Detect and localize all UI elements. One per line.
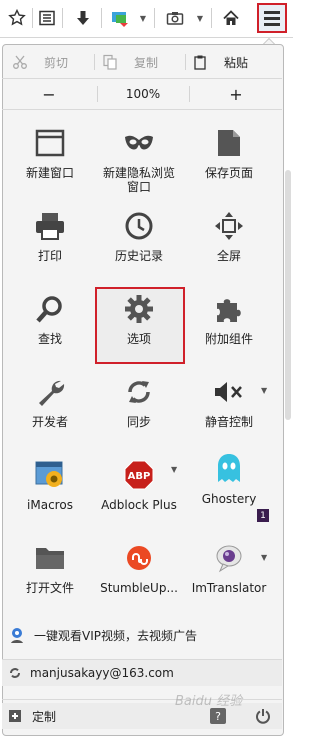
help-icon[interactable]: ?: [210, 708, 226, 724]
options-label: 选项: [126, 332, 151, 346]
sync-small-icon: [10, 668, 20, 678]
adblock-plus-icon: ABP: [122, 458, 156, 492]
account-email: manjusakayy@163.com: [30, 666, 174, 680]
scissors-icon: [13, 55, 27, 69]
puzzle-piece-icon: [212, 292, 246, 326]
zoom-controls: − 100% +: [2, 80, 282, 108]
new-private-window-button[interactable]: 新建隐私浏览 窗口: [94, 126, 184, 194]
save-page-button[interactable]: 保存页面: [184, 126, 274, 180]
new-window-button[interactable]: 新建窗口: [5, 126, 95, 180]
sync-label: 同步: [126, 415, 151, 429]
customize-plus-icon: [9, 710, 21, 722]
new-window-label: 新建窗口: [25, 166, 74, 180]
history-button[interactable]: 历史记录: [94, 209, 184, 263]
mute-control-button[interactable]: 静音控制: [184, 375, 274, 429]
home-icon[interactable]: [220, 6, 242, 30]
sync-button[interactable]: 同步: [94, 375, 184, 429]
imacros-icon: [33, 458, 67, 492]
imtranslator-button[interactable]: ImTranslator: [184, 541, 274, 595]
cut-label: 剪切: [44, 55, 69, 70]
printer-icon: [33, 209, 67, 243]
sync-account-row[interactable]: manjusakayy@163.com: [2, 660, 282, 686]
screenshot-tool-icon[interactable]: [108, 6, 134, 30]
zoom-reset-button[interactable]: 100%: [98, 80, 188, 108]
video-helper-icon: [11, 628, 23, 643]
power-quit-icon[interactable]: [255, 708, 271, 724]
ghostery-label: Ghostery: [201, 492, 257, 506]
open-file-button[interactable]: 打开文件: [5, 541, 95, 595]
fullscreen-label: 全屏: [216, 249, 241, 263]
copy-label: 复制: [134, 55, 159, 70]
addons-button[interactable]: 附加组件: [184, 292, 274, 346]
speaker-mute-icon: [212, 375, 246, 409]
camera-icon[interactable]: [164, 6, 186, 30]
developer-button[interactable]: 开发者: [5, 375, 95, 429]
hamburger-menu-icon[interactable]: [257, 3, 287, 33]
mute-dropdown-icon[interactable]: ▼: [261, 386, 267, 395]
developer-label: 开发者: [31, 415, 68, 429]
imtranslator-dropdown-icon[interactable]: ▼: [261, 553, 267, 562]
clipboard-icon: [194, 55, 206, 70]
reading-list-icon[interactable]: [36, 6, 58, 30]
customize-button[interactable]: 定制: [2, 708, 56, 725]
open-file-label: 打开文件: [25, 581, 74, 595]
imtranslator-label: ImTranslator: [191, 581, 267, 595]
options-button[interactable]: 选项: [94, 292, 184, 346]
addons-label: 附加组件: [204, 332, 253, 346]
zoom-out-button[interactable]: −: [2, 80, 96, 108]
vip-video-text: 一键观看VIP视频，去视频广告: [34, 628, 197, 643]
paste-label: 粘贴: [224, 55, 249, 70]
gear-icon: [122, 292, 156, 326]
zoom-in-button[interactable]: +: [190, 80, 282, 108]
stumbleupon-button[interactable]: StumbleUp...: [94, 541, 184, 595]
stumbleupon-label: StumbleUp...: [100, 581, 178, 595]
ghostery-count-badge: 1: [257, 509, 269, 522]
ghostery-ghost-icon: [212, 452, 246, 486]
bookmark-star-icon[interactable]: [6, 6, 28, 30]
imacros-label: iMacros: [27, 498, 73, 512]
cut-button[interactable]: 剪切: [12, 48, 92, 76]
screenshot-dropdown-icon[interactable]: ▼: [138, 6, 148, 30]
page-scrollbar[interactable]: [285, 170, 291, 420]
svg-text:ABP: ABP: [128, 471, 151, 482]
print-label: 打印: [37, 249, 62, 263]
vip-video-banner[interactable]: 一键观看VIP视频，去视频广告: [2, 621, 282, 649]
copy-button[interactable]: 复制: [102, 48, 182, 76]
paste-button[interactable]: 粘贴: [192, 48, 272, 76]
private-mask-icon: [122, 126, 156, 160]
ghostery-button[interactable]: Ghostery: [184, 452, 274, 506]
imtranslator-speech-icon: [212, 541, 246, 575]
adblock-dropdown-icon[interactable]: ▼: [171, 465, 177, 474]
edit-controls: 剪切 复制 粘贴: [2, 48, 282, 76]
watermark-text: Baidu 经验: [175, 694, 243, 709]
mute-control-label: 静音控制: [204, 415, 253, 429]
fullscreen-icon: [212, 209, 246, 243]
browser-toolbar: ▼ ▼: [0, 0, 293, 38]
customize-label: 定制: [32, 709, 57, 724]
copy-icon: [103, 54, 117, 70]
download-icon[interactable]: [72, 6, 94, 30]
camera-dropdown-icon[interactable]: ▼: [195, 6, 205, 30]
find-button[interactable]: 查找: [5, 292, 95, 346]
save-page-icon: [212, 126, 246, 160]
stumbleupon-icon: [122, 541, 156, 575]
print-button[interactable]: 打印: [5, 209, 95, 263]
window-icon: [33, 126, 67, 160]
folder-icon: [33, 541, 67, 575]
fullscreen-button[interactable]: 全屏: [184, 209, 274, 263]
imacros-button[interactable]: iMacros: [5, 458, 95, 512]
search-icon: [33, 292, 67, 326]
sync-icon: [122, 375, 156, 409]
clock-icon: [122, 209, 156, 243]
new-private-window-label: 新建隐私浏览 窗口: [102, 166, 175, 194]
adblock-plus-label: Adblock Plus: [101, 498, 177, 512]
find-label: 查找: [37, 332, 62, 346]
save-page-label: 保存页面: [204, 166, 253, 180]
wrench-icon: [33, 375, 67, 409]
history-label: 历史记录: [114, 249, 163, 263]
